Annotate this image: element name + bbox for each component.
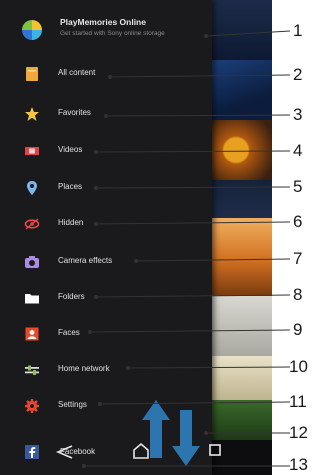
thumbnail[interactable] xyxy=(212,218,272,296)
menu-item-all-content[interactable]: All content xyxy=(0,58,212,92)
callout-number: 9 xyxy=(293,320,303,339)
face-icon xyxy=(24,326,40,342)
thumbnail[interactable] xyxy=(212,120,272,180)
menu-item-label: Camera effects xyxy=(58,256,113,265)
menu-item-favorites[interactable]: Favorites xyxy=(0,98,212,132)
callout-number: 12 xyxy=(289,423,308,442)
thumbnail[interactable] xyxy=(212,400,272,440)
menu-item-label: Settings xyxy=(58,400,87,409)
callout-number: 8 xyxy=(293,285,303,304)
folder-icon xyxy=(24,66,40,82)
menu-item-hidden[interactable]: Hidden xyxy=(0,208,212,242)
up-down-arrows-icon xyxy=(142,400,200,466)
menu-item-faces[interactable]: Faces xyxy=(0,318,212,352)
thumbnail[interactable] xyxy=(212,356,272,400)
menu-item-home-network[interactable]: Home network xyxy=(0,354,212,388)
thumbnail[interactable] xyxy=(212,296,272,356)
gear-icon xyxy=(24,398,40,414)
menu-item-label: Folders xyxy=(58,292,85,301)
playmemories-subtitle: Get started with Sony online storage xyxy=(60,30,165,37)
network-icon xyxy=(24,362,40,378)
film-icon xyxy=(24,143,40,159)
recents-icon[interactable] xyxy=(209,444,221,456)
thumbnail[interactable] xyxy=(212,180,272,218)
menu-item-label: Faces xyxy=(58,328,80,337)
callout-number: 10 xyxy=(289,357,308,376)
back-icon[interactable] xyxy=(55,445,73,459)
camera-icon xyxy=(24,254,40,270)
thumbnail[interactable] xyxy=(212,0,272,60)
callout-number: 1 xyxy=(293,21,303,40)
callout-number: 6 xyxy=(293,212,303,231)
menu-item-label: Hidden xyxy=(58,218,84,227)
playmemories-title: PlayMemories Online xyxy=(60,17,146,27)
location-pin-icon xyxy=(24,180,40,196)
callout-number: 2 xyxy=(293,65,303,84)
menu-item-label: Favorites xyxy=(58,108,91,117)
menu-item-videos[interactable]: Videos xyxy=(0,135,212,169)
playmemories-logo-icon xyxy=(22,20,42,40)
playmemories-header[interactable]: PlayMemories Online Get started with Son… xyxy=(0,0,212,56)
album-thumbnails xyxy=(212,0,272,475)
callout-number: 4 xyxy=(293,141,303,160)
callout-number: 7 xyxy=(293,249,303,268)
callout-number: 11 xyxy=(289,392,307,411)
menu-item-label: All content xyxy=(58,68,96,77)
menu-item-label: Home network xyxy=(58,364,110,373)
menu-item-label: Places xyxy=(58,182,83,191)
hidden-eye-icon xyxy=(24,216,40,232)
phone-screen: PlayMemories Online Get started with Son… xyxy=(0,0,272,475)
folder-outline-icon xyxy=(24,290,40,306)
callout-number: 13 xyxy=(289,455,308,474)
menu-item-label: Videos xyxy=(58,145,83,154)
star-icon xyxy=(24,106,40,122)
callout-number: 5 xyxy=(293,177,303,196)
callout-number: 3 xyxy=(293,105,303,124)
navigation-bar xyxy=(0,440,272,475)
menu-item-folders[interactable]: Folders xyxy=(0,282,212,316)
menu-item-places[interactable]: Places xyxy=(0,172,212,206)
thumbnail[interactable] xyxy=(212,60,272,120)
menu-item-camera-effects[interactable]: Camera effects xyxy=(0,246,212,280)
